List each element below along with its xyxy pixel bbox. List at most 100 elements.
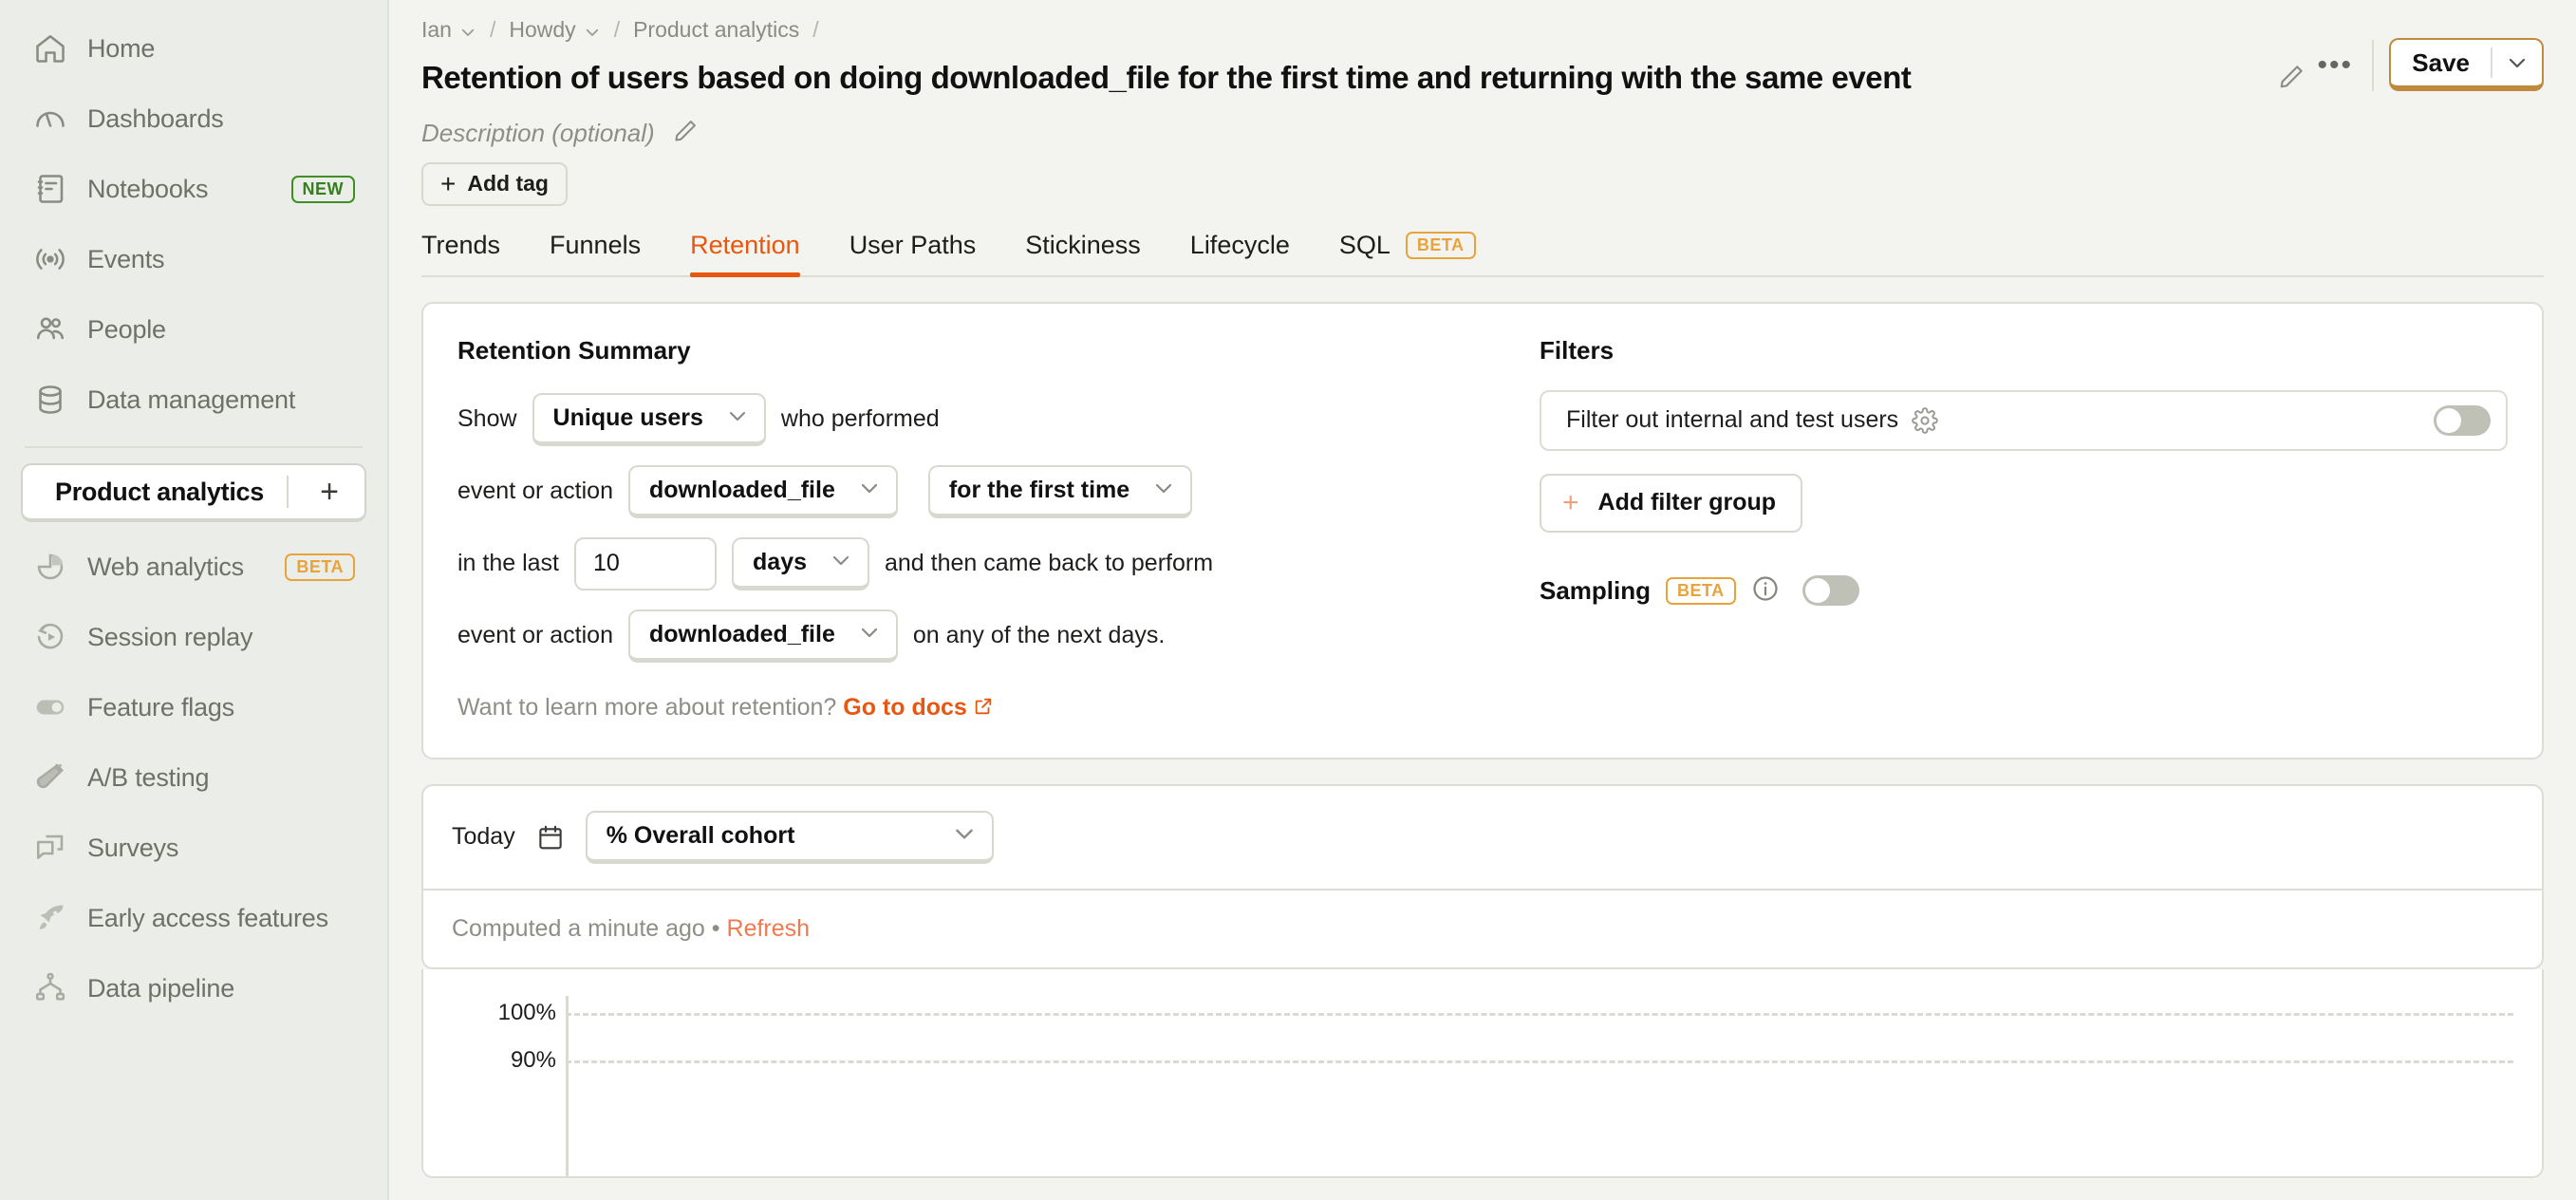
- breadcrumb-separator: /: [812, 16, 819, 42]
- header-divider: [2372, 40, 2375, 91]
- insight-results-card: Today % Overall cohort Computed a minute…: [421, 783, 2544, 969]
- description-row[interactable]: Description (optional): [421, 97, 2544, 149]
- pie-chart-icon: [32, 549, 68, 585]
- sidebar-item-label: Home: [87, 33, 156, 63]
- occurrence-select[interactable]: for the first time: [927, 464, 1193, 518]
- chart-plot-area: 100% 90%: [423, 969, 2542, 1176]
- sampling-row: Sampling BETA: [1540, 574, 2508, 608]
- calendar-icon[interactable]: [536, 823, 565, 852]
- insight-tabs: Trends Funnels Retention User Paths Stic…: [421, 206, 2544, 277]
- tab-lifecycle[interactable]: Lifecycle: [1190, 231, 1290, 275]
- sidebar-item-label: Feature flags: [87, 692, 234, 722]
- chevron-down-icon: [858, 477, 881, 504]
- tab-sql[interactable]: SQL BETA: [1339, 231, 1476, 275]
- sidebar-item-early-access-features[interactable]: Early access features: [21, 883, 366, 953]
- save-button-label: Save: [2412, 47, 2470, 77]
- sidebar-item-notebooks[interactable]: Notebooks NEW: [21, 154, 366, 224]
- next-days-label: on any of the next days.: [912, 622, 1166, 649]
- add-project-icon[interactable]: +: [308, 476, 351, 508]
- external-link-icon: [973, 696, 994, 723]
- flask-icon: [32, 759, 68, 796]
- tab-trends[interactable]: Trends: [421, 231, 500, 275]
- sidebar-item-ab-testing[interactable]: A/B testing: [21, 742, 366, 813]
- tab-retention[interactable]: Retention: [690, 231, 800, 277]
- dashboard-gauge-icon: [32, 101, 68, 137]
- events-broadcast-icon: [32, 241, 68, 277]
- results-toolbar: Today % Overall cohort: [423, 786, 2542, 889]
- main-content: Ian / Howdy / Product analytics / Retent…: [389, 0, 2576, 1200]
- refresh-link[interactable]: Refresh: [727, 915, 811, 942]
- breadcrumb-item-org[interactable]: Ian: [421, 17, 476, 43]
- sidebar-item-label: Data pipeline: [87, 973, 235, 1003]
- status-badge-beta: BETA: [1666, 576, 1736, 605]
- sidebar-item-data-management[interactable]: Data management: [21, 365, 366, 435]
- sampling-toggle[interactable]: [1801, 575, 1859, 607]
- sidebar-divider: [25, 446, 363, 448]
- sidebar-item-people[interactable]: People: [21, 294, 366, 365]
- sidebar-item-session-replay[interactable]: Session replay: [21, 602, 366, 672]
- tab-funnels[interactable]: Funnels: [550, 231, 641, 275]
- in-the-last-label: in the last: [457, 550, 560, 577]
- show-label: Show: [457, 405, 517, 433]
- gear-icon[interactable]: [1912, 406, 1938, 434]
- tab-label: Funnels: [550, 230, 642, 259]
- chevron-down-icon: [952, 821, 977, 851]
- ellipsis-icon[interactable]: •••: [2305, 38, 2364, 93]
- home-icon: [32, 30, 68, 66]
- target-entity-select[interactable]: Unique users: [532, 392, 766, 446]
- sidebar-item-label: Early access features: [87, 903, 328, 932]
- sidebar-item-events[interactable]: Events: [21, 224, 366, 294]
- status-badge-new: NEW: [290, 175, 355, 203]
- chart-y-tick: 100%: [497, 999, 556, 1025]
- sidebar-item-web-analytics[interactable]: Web analytics BETA: [21, 532, 366, 602]
- sidebar-item-surveys[interactable]: Surveys: [21, 813, 366, 883]
- notebook-icon: [32, 171, 68, 207]
- event-or-action-label: event or action: [457, 478, 613, 505]
- filters-panel: Filters Filter out internal and test use…: [1540, 336, 2508, 723]
- sidebar-item-label: A/B testing: [87, 762, 210, 792]
- tab-label: Trends: [421, 230, 501, 259]
- return-event-select[interactable]: downloaded_file: [628, 609, 898, 663]
- retention-show-row: Show Unique users who performed: [457, 390, 1502, 449]
- chevron-down-icon: [858, 621, 881, 648]
- sidebar-project-switcher[interactable]: Product analytics +: [21, 463, 366, 522]
- people-icon: [32, 311, 68, 347]
- breadcrumb-item-project[interactable]: Howdy: [509, 17, 600, 43]
- project-name: Product analytics: [55, 477, 264, 506]
- tab-user-paths[interactable]: User Paths: [849, 231, 977, 275]
- sidebar-item-label: Notebooks: [87, 174, 209, 203]
- title-row: Retention of users based on doing downlo…: [421, 38, 2544, 97]
- breakdown-select[interactable]: % Overall cohort: [585, 810, 994, 864]
- tab-stickiness[interactable]: Stickiness: [1025, 231, 1141, 275]
- sidebar-item-home[interactable]: Home: [21, 13, 366, 84]
- save-button[interactable]: Save: [2389, 38, 2544, 91]
- period-unit-value: days: [753, 548, 807, 575]
- retention-summary-title: Retention Summary: [457, 335, 691, 365]
- date-range-label[interactable]: Today: [452, 823, 515, 851]
- computed-status: Computed a minute ago • Refresh: [423, 891, 2542, 967]
- filter-internal-users-toggle[interactable]: [2434, 404, 2491, 436]
- chevron-down-icon[interactable]: [2492, 40, 2542, 85]
- add-filter-group-button[interactable]: + Add filter group: [1540, 473, 1803, 533]
- sidebar-item-data-pipeline[interactable]: Data pipeline: [21, 953, 366, 1023]
- pencil-icon[interactable]: [672, 118, 699, 149]
- sidebar-item-feature-flags[interactable]: Feature flags: [21, 672, 366, 742]
- pencil-icon[interactable]: [2277, 63, 2305, 96]
- chart-gridline: [566, 1012, 2513, 1016]
- breadcrumb-item-section[interactable]: Product analytics: [633, 17, 799, 43]
- period-unit-select[interactable]: days: [732, 536, 869, 591]
- add-tag-button[interactable]: + Add tag: [421, 161, 568, 206]
- start-event-select[interactable]: downloaded_file: [628, 464, 898, 518]
- docs-hint: Want to learn more about retention? Go t…: [457, 694, 1502, 723]
- chevron-down-icon: [1152, 477, 1175, 504]
- filter-internal-users-label: Filter out internal and test users: [1566, 406, 1899, 434]
- description-placeholder: Description (optional): [421, 118, 655, 147]
- go-to-docs-link[interactable]: Go to docs: [843, 694, 994, 721]
- sidebar-item-dashboards[interactable]: Dashboards: [21, 84, 366, 154]
- period-amount-input[interactable]: [574, 536, 718, 591]
- info-icon[interactable]: [1751, 574, 1780, 608]
- filters-title: Filters: [1540, 335, 1615, 365]
- chevron-down-icon: [830, 549, 852, 576]
- tab-label: User Paths: [849, 230, 977, 259]
- database-icon: [32, 382, 68, 418]
